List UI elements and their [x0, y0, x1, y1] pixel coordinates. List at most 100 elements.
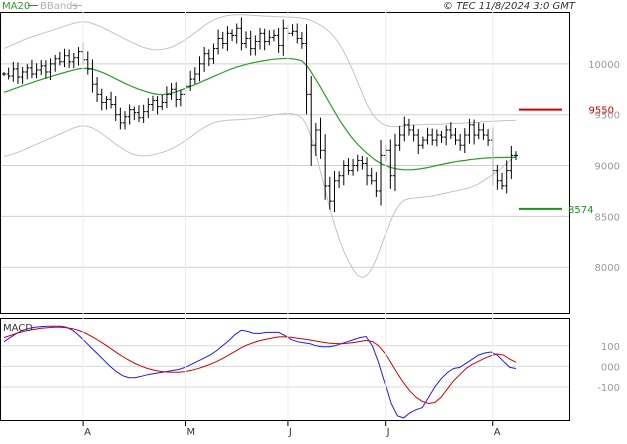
ohlc-bar	[164, 86, 169, 108]
macd-line	[3, 325, 517, 419]
price-tick-label: 8000	[595, 263, 620, 274]
ohlc-bar	[136, 105, 141, 123]
chart-canvas: 95508574 800085009000950010000100000-100…	[0, 1, 620, 438]
ohlc-bar	[141, 104, 146, 124]
ohlc-bar	[453, 128, 458, 145]
bb-lower-line	[3, 112, 517, 278]
ohlc-bar	[216, 29, 221, 55]
ohlc-bar	[95, 77, 100, 102]
ohlc-bar	[90, 59, 95, 93]
ohlc-bar	[118, 107, 123, 130]
ohlc-bar	[25, 64, 30, 80]
ohlc-bar	[416, 129, 421, 155]
ohlc-bar	[150, 95, 155, 111]
ohlc-bar	[500, 172, 505, 190]
ohlc-bar	[425, 127, 430, 145]
ohlc-bar	[346, 158, 351, 175]
ohlc-bar	[20, 67, 25, 84]
ohlc-bar	[341, 160, 346, 186]
ohlc-bar	[323, 134, 328, 200]
x-axis-labels: AMJJA	[82, 12, 501, 438]
ohlc-bar	[462, 128, 467, 154]
ohlc-bar	[43, 60, 48, 79]
ohlc-bar	[374, 172, 379, 198]
price-tick-label: 10000	[588, 60, 620, 71]
ohlc-bar	[509, 145, 514, 179]
ohlc-bar	[132, 106, 137, 121]
price-tick-label: 9000	[595, 162, 620, 173]
ohlc-bar	[99, 88, 104, 111]
ohlc-bar	[85, 51, 90, 75]
month-label: J	[288, 427, 292, 438]
ohlc-bar	[258, 27, 262, 50]
ohlc-bar	[337, 171, 342, 189]
ohlc-bar	[481, 123, 486, 141]
ohlc-bar	[406, 118, 411, 136]
ohlc-bar	[104, 96, 109, 110]
ohlc-bar	[299, 32, 304, 49]
ohlc-bar	[39, 59, 44, 76]
macd-tick-label: 000	[601, 362, 620, 373]
ohlc-bar	[76, 47, 81, 66]
ma20-line	[3, 57, 516, 171]
ohlc-bar	[388, 139, 393, 189]
ohlc-bar	[178, 89, 183, 107]
ohlc-bar	[434, 129, 439, 147]
ohlc-bar	[458, 133, 463, 151]
ohlc-bar	[430, 128, 435, 146]
ohlc-bar	[160, 94, 165, 111]
month-label: M	[187, 427, 196, 438]
ohlc-bar	[239, 17, 244, 51]
ohlc-bar	[123, 111, 128, 130]
ohlc-bar	[295, 23, 300, 44]
legend-bbands: BBands	[40, 1, 78, 12]
macd-gridlines	[1, 345, 569, 388]
ohlc-bar	[281, 19, 286, 56]
ohlc-bar	[476, 122, 481, 140]
level-label: 8574	[568, 205, 593, 216]
legend-ma20: MA20	[2, 1, 30, 12]
ohlc-bar	[355, 154, 360, 172]
ohlc-bar	[15, 62, 20, 84]
ohlc-bar	[444, 125, 449, 146]
price-tick-label: 8500	[595, 212, 620, 223]
ohlc-bar	[309, 75, 314, 166]
ohlc-bar	[351, 158, 356, 176]
ohlc-bar	[155, 95, 160, 115]
price-tick-label: 9500	[595, 111, 620, 122]
ohlc-bar	[271, 29, 276, 42]
ohlc-bar	[448, 122, 453, 139]
ohlc-bar	[313, 122, 318, 156]
ohlc-bar	[402, 116, 407, 142]
ohlc-bar	[369, 167, 374, 185]
ohlc-bar	[514, 151, 518, 160]
ohlc-bar	[211, 43, 216, 64]
ohlc-bar	[71, 52, 76, 69]
ohlc-bar	[472, 119, 477, 145]
ohlc-bar	[2, 71, 6, 77]
macd-lines	[3, 325, 517, 419]
ohlc-bar	[276, 27, 281, 53]
month-label: J	[386, 427, 390, 438]
ohlc-bar	[267, 30, 272, 46]
ohlc-bar	[113, 96, 118, 121]
ohlc-bar	[290, 24, 295, 37]
price-panel-frame	[0, 12, 570, 314]
ohlc-bar	[262, 28, 267, 51]
ohlc-bar	[220, 31, 225, 49]
ohlc-bar	[411, 124, 416, 142]
ohlc-bar	[67, 49, 72, 68]
month-label: A	[84, 427, 91, 438]
ohlc-bar	[318, 117, 323, 159]
bollinger-bands	[3, 14, 517, 278]
ohlc-bar	[197, 56, 202, 82]
macd-title: MACD	[3, 323, 33, 334]
copyright-timestamp: © TEC 11/8/2024 3:0 GMT	[443, 1, 576, 12]
ohlc-bar	[109, 91, 114, 109]
ma20-polyline	[3, 57, 516, 171]
ohlc-bar	[202, 46, 207, 72]
ohlc-bar	[392, 133, 397, 192]
ohlc-bar	[248, 30, 253, 56]
ohlc-bar	[234, 23, 239, 44]
ohlc-bar	[188, 70, 193, 91]
